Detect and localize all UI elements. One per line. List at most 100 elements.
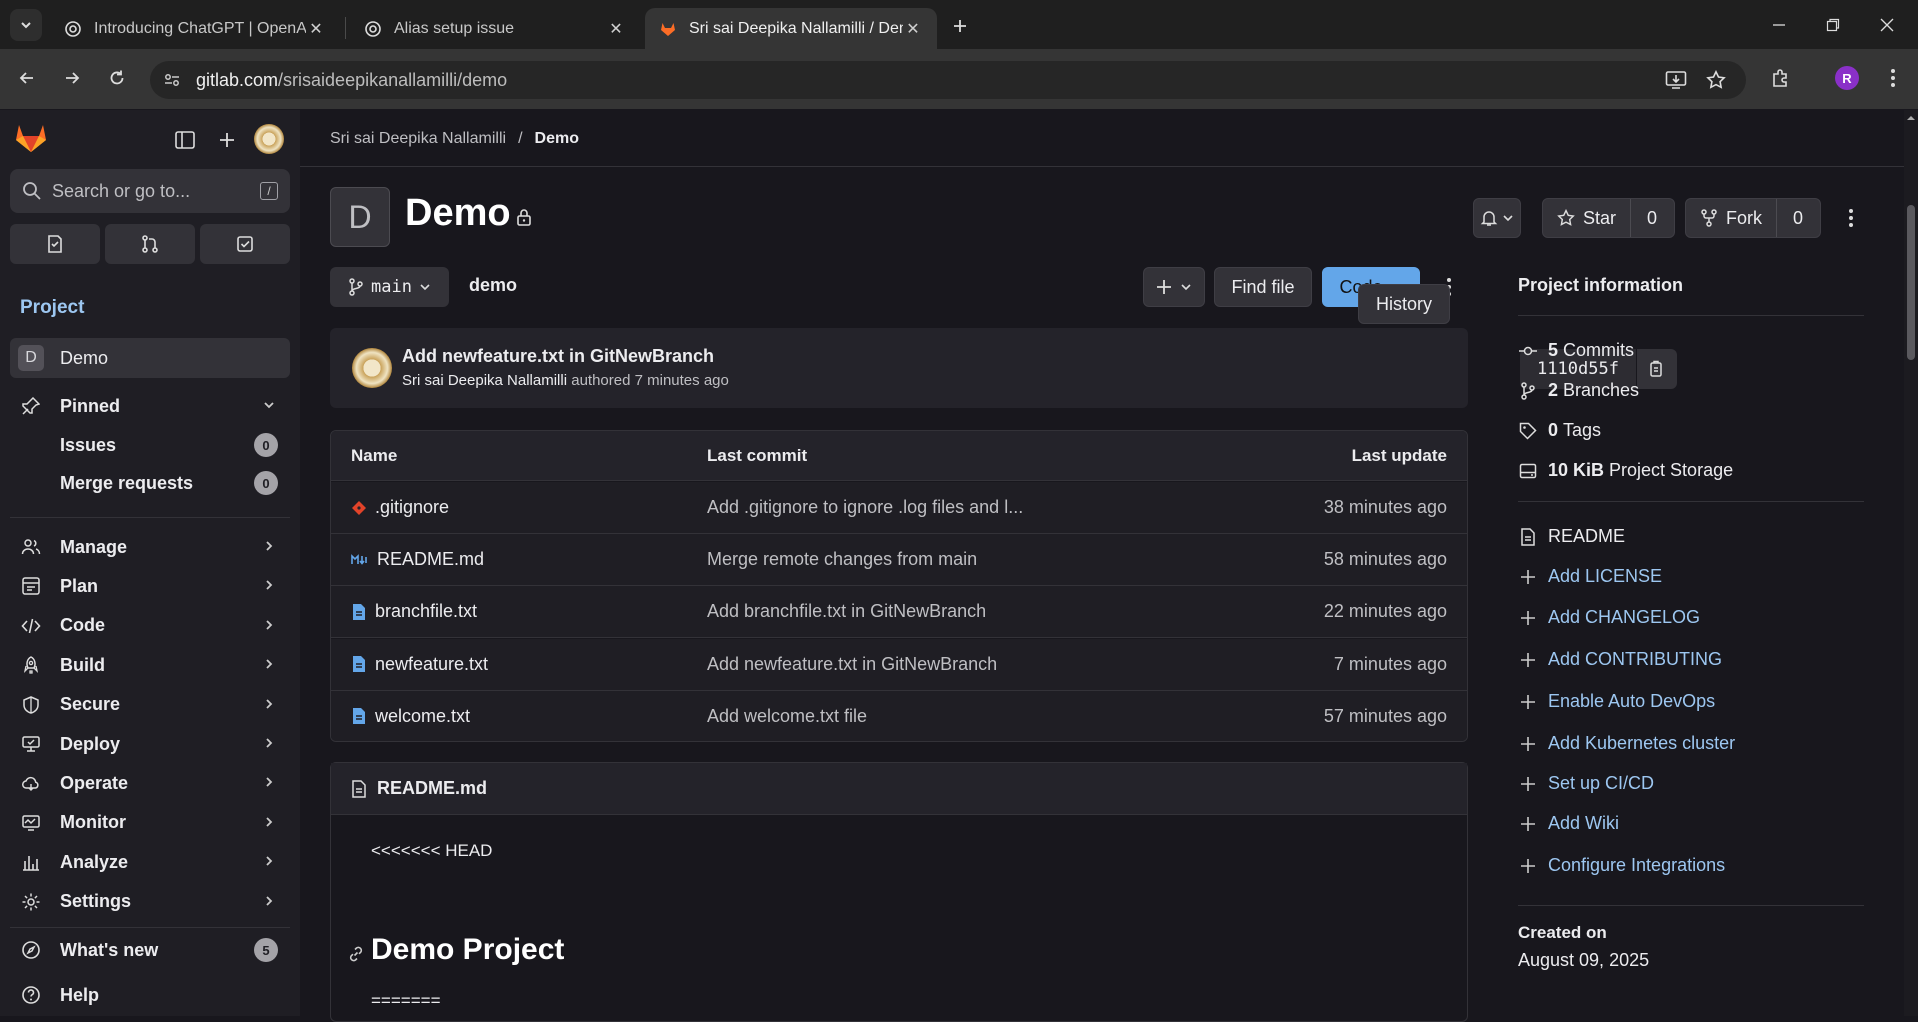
file-name-cell[interactable]: .gitignore	[351, 482, 449, 533]
sidebar-item-manage[interactable]: Manage	[10, 527, 290, 567]
create-new-button[interactable]	[211, 124, 243, 156]
find-file-button[interactable]: Find file	[1214, 267, 1312, 307]
file-name-cell[interactable]: branchfile.txt	[351, 586, 477, 637]
close-window-button[interactable]	[1860, 0, 1914, 49]
table-row[interactable]: newfeature.txt Add newfeature.txt in GitN…	[331, 638, 1467, 691]
table-row[interactable]: README.md Merge remote changes from main 5…	[331, 534, 1467, 587]
close-tab-icon[interactable]: ✕	[606, 19, 626, 39]
project-actions-button[interactable]	[1837, 198, 1865, 238]
sidebar-item-operate[interactable]: Operate	[10, 763, 290, 803]
info-link-add-contributing[interactable]: Add CONTRIBUTING	[1518, 649, 1722, 670]
notifications-button[interactable]	[1473, 198, 1521, 238]
tags-stat[interactable]: 0 Tags	[1518, 420, 1601, 441]
sidebar-item-demo[interactable]: D Demo	[10, 338, 290, 378]
minimize-button[interactable]	[1752, 0, 1806, 49]
sidebar-item-plan[interactable]: Plan	[10, 566, 290, 606]
close-tab-icon[interactable]: ✕	[306, 19, 326, 39]
readme-panel: README.md <<<<<<< HEAD Demo Project ====…	[330, 762, 1468, 1022]
file-name-cell[interactable]: welcome.txt	[351, 691, 470, 741]
new-tab-button[interactable]	[946, 12, 974, 40]
sidebar-item-deploy[interactable]: Deploy	[10, 724, 290, 764]
extensions-button[interactable]	[1765, 63, 1795, 93]
forward-button[interactable]	[57, 63, 87, 93]
commits-count: 5	[1548, 340, 1559, 360]
back-button[interactable]	[12, 63, 42, 93]
anchor-link-icon[interactable]	[347, 945, 365, 963]
author-avatar[interactable]	[352, 348, 392, 388]
user-avatar[interactable]	[254, 124, 284, 154]
commit-title[interactable]: Add newfeature.txt in GitNewBranch	[402, 346, 714, 367]
scrollbar-thumb[interactable]	[1907, 205, 1915, 360]
profile-button[interactable]: R	[1832, 63, 1862, 93]
reload-button[interactable]	[102, 63, 132, 93]
commit-message-cell[interactable]: Add welcome.txt file	[707, 691, 867, 741]
sidebar-item-help[interactable]: Help	[10, 975, 290, 1015]
commit-author[interactable]: Sri sai Deepika Nallamilli	[402, 372, 567, 389]
close-tab-icon[interactable]: ✕	[903, 19, 923, 39]
toggle-sidebar-button[interactable]	[169, 124, 201, 156]
readme-link[interactable]: README	[1518, 526, 1625, 547]
sidebar-item-build[interactable]: Build	[10, 645, 290, 685]
sidebar-item-secure[interactable]: Secure	[10, 685, 290, 725]
plus-icon	[1521, 858, 1535, 873]
scroll-up-arrow-icon[interactable]	[1904, 112, 1918, 124]
branches-stat[interactable]: 2 Branches	[1518, 380, 1639, 401]
star-button[interactable]: Star	[1543, 199, 1632, 237]
commit-icon	[1519, 346, 1537, 355]
column-header-last-update: Last update	[1351, 445, 1447, 465]
browser-menu-button[interactable]	[1878, 63, 1908, 93]
commits-stat[interactable]: 5 Commits	[1518, 340, 1634, 361]
site-info-icon[interactable]	[162, 70, 182, 90]
file-name-cell[interactable]: newfeature.txt	[351, 639, 488, 690]
commit-message-cell[interactable]: Add .gitignore to ignore .log files and …	[707, 482, 1023, 533]
file-name-cell[interactable]: README.md	[351, 534, 484, 585]
table-row[interactable]: welcome.txt Add welcome.txt file 57 minute…	[331, 690, 1467, 741]
info-link-enable-auto-devops[interactable]: Enable Auto DevOps	[1518, 691, 1715, 712]
install-app-icon[interactable]	[1665, 70, 1687, 90]
tab-search-button[interactable]	[10, 9, 42, 41]
sidebar-item-monitor[interactable]: Monitor	[10, 803, 290, 843]
page-scrollbar[interactable]	[1904, 110, 1918, 1016]
info-link-add-wiki[interactable]: Add Wiki	[1518, 813, 1619, 834]
info-link-set-up-ci-cd[interactable]: Set up CI/CD	[1518, 773, 1654, 794]
fork-count[interactable]: 0	[1777, 199, 1819, 237]
browser-tab-gitlab[interactable]: Sri sai Deepika Nallamilli / Demo ✕	[645, 8, 937, 49]
branch-selector[interactable]: main	[330, 267, 449, 307]
storage-stat[interactable]: 10 KiB Project Storage	[1518, 460, 1733, 481]
commit-message-cell[interactable]: Add newfeature.txt in GitNewBranch	[707, 639, 997, 690]
sidebar-item-code[interactable]: Code	[10, 606, 290, 646]
history-button[interactable]: History	[1358, 284, 1450, 324]
todo-shortcut-button[interactable]	[200, 224, 290, 264]
breadcrumb-owner[interactable]: Sri sai Deepika Nallamilli	[330, 130, 506, 148]
pinned-item-merge-requests[interactable]: Merge requests	[60, 473, 193, 494]
issues-shortcut-button[interactable]	[10, 224, 100, 264]
address-bar[interactable]: gitlab.com/srisaideepikanallamilli/demo	[150, 61, 1746, 99]
search-input[interactable]: Search or go to... /	[10, 169, 290, 213]
browser-tab-alias[interactable]: Alias setup issue ✕	[350, 8, 640, 49]
browser-tab-chatgpt[interactable]: Introducing ChatGPT | OpenAI ✕	[50, 8, 340, 49]
info-link-configure-integrations[interactable]: Configure Integrations	[1518, 855, 1725, 876]
commit-message-cell[interactable]: Merge remote changes from main	[707, 534, 977, 585]
info-link-add-changelog[interactable]: Add CHANGELOG	[1518, 607, 1700, 628]
star-count[interactable]: 0	[1631, 199, 1673, 237]
merge-requests-shortcut-button[interactable]	[105, 224, 195, 264]
repo-path[interactable]: demo	[469, 275, 517, 296]
restore-button[interactable]	[1806, 0, 1860, 49]
info-link-add-kubernetes-cluster[interactable]: Add Kubernetes cluster	[1518, 733, 1735, 754]
copy-sha-button[interactable]	[1637, 349, 1677, 389]
sidebar-item-settings[interactable]: Settings	[10, 882, 290, 922]
bookmark-star-icon[interactable]	[1706, 70, 1726, 90]
table-row[interactable]: branchfile.txt Add branchfile.txt in GitN…	[331, 586, 1467, 639]
add-to-tree-button[interactable]	[1143, 267, 1205, 307]
sidebar-item-analyze[interactable]: Analyze	[10, 842, 290, 882]
pinned-item-issues[interactable]: Issues	[60, 435, 116, 456]
fork-button[interactable]: Fork	[1686, 199, 1777, 237]
gitlab-logo-icon[interactable]	[14, 122, 48, 154]
table-row[interactable]: .gitignore Add .gitignore to ignore .log …	[331, 482, 1467, 534]
sidebar-item-whats-new[interactable]: What's new	[10, 930, 290, 970]
sidebar-item-pinned[interactable]: Pinned	[10, 386, 290, 426]
readme-filename[interactable]: README.md	[377, 778, 487, 799]
breadcrumb-project[interactable]: Demo	[535, 130, 579, 148]
info-link-add-license[interactable]: Add LICENSE	[1518, 566, 1662, 587]
commit-message-cell[interactable]: Add branchfile.txt in GitNewBranch	[707, 586, 986, 637]
